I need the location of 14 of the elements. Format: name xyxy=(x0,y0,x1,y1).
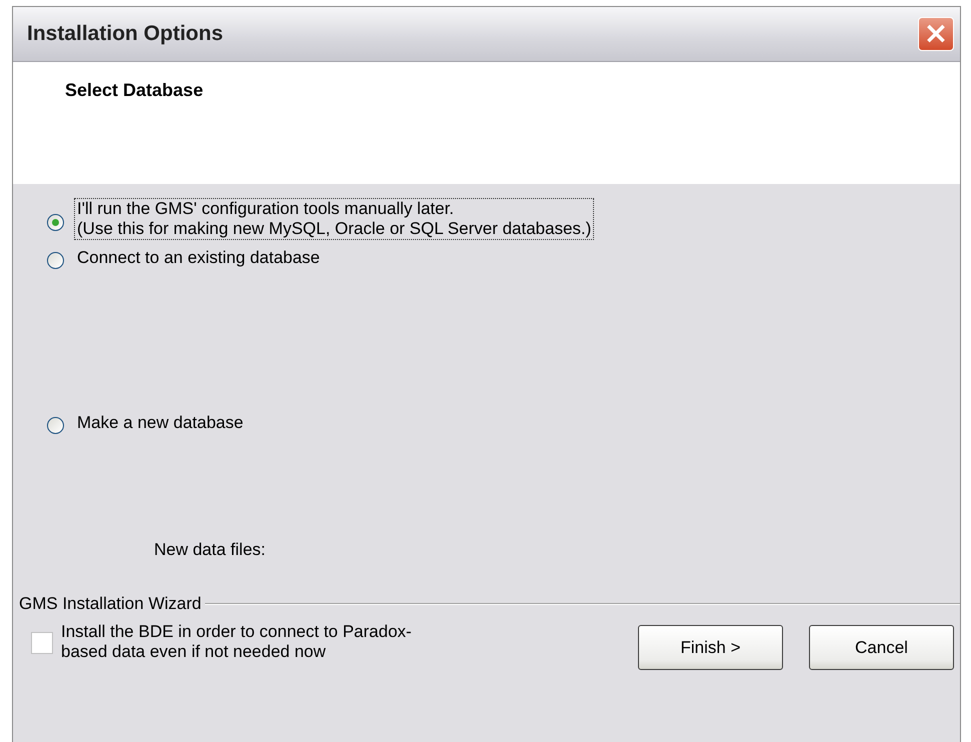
new-data-files-label: New data files: xyxy=(154,540,266,560)
dialog-button[interactable]: Cancel xyxy=(809,625,954,670)
checkbox[interactable] xyxy=(31,632,53,654)
window-title: Installation Options xyxy=(27,22,224,46)
radio-label: Connect to an existing database xyxy=(76,246,321,268)
radio-button[interactable] xyxy=(47,417,64,434)
group-label: GMS Installation Wizard xyxy=(19,594,202,614)
radio-button[interactable] xyxy=(47,252,64,269)
page-heading: Select Database xyxy=(65,80,204,100)
checkbox-label: Install the BDE in order to connect to Paradox- based data even if not needed now xyxy=(61,622,412,662)
dialog-button[interactable]: Finish > xyxy=(638,625,783,670)
radio-button[interactable] xyxy=(47,214,64,230)
radio-label: I'll run the GMS' configuration tools manually later. (Use this for making new MySQL, Oracle or SQL Server databases.) xyxy=(74,198,594,240)
radio-label: Make a new database xyxy=(76,412,244,434)
